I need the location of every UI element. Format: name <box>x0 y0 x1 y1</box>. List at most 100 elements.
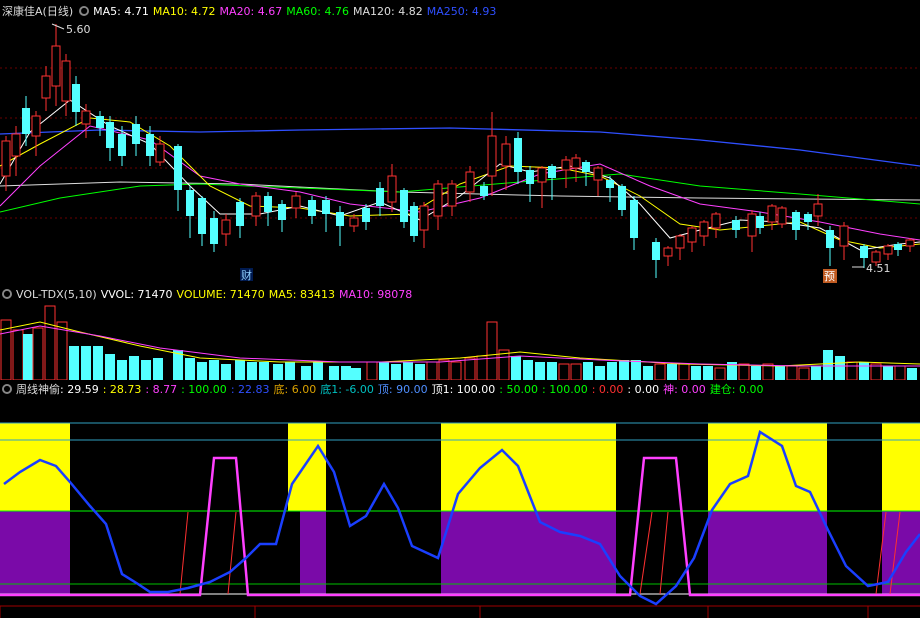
volume-bar <box>570 363 582 380</box>
high-price-label: 5.60 <box>66 23 91 36</box>
candle-body <box>72 84 80 112</box>
candle-body <box>537 167 547 183</box>
volume-bar <box>678 363 690 380</box>
settings-dot-icon[interactable]: ● <box>79 6 90 16</box>
volume-bar <box>464 357 476 380</box>
candle-body <box>1 140 11 177</box>
volume-bar <box>859 362 869 380</box>
indicator-legend-item: : 22.83 <box>230 383 270 396</box>
volume-bar <box>221 364 231 380</box>
top-zone <box>441 423 616 511</box>
signal-line <box>639 511 653 595</box>
volume-bar <box>69 346 79 380</box>
volume-bar <box>595 366 605 380</box>
candle-body <box>487 135 497 177</box>
volume-bar <box>301 366 311 380</box>
volume-bar <box>235 360 245 380</box>
volume-bar <box>511 356 521 380</box>
indicator-legend-item: : 0.00 <box>591 383 624 396</box>
candle-body <box>322 200 330 214</box>
candle-body <box>81 110 91 125</box>
candle-body <box>291 195 301 209</box>
candle-body <box>756 216 764 228</box>
volume-bar <box>762 363 774 380</box>
candle-body <box>905 239 915 247</box>
bottom-zone <box>300 511 326 595</box>
indicator-legend-item: 底1: -6.00 <box>320 383 374 396</box>
candlestick-chart[interactable]: 5.60 4.51 财 预 <box>0 16 920 284</box>
volume-bar <box>894 365 906 380</box>
candle-body <box>548 166 556 178</box>
candle-body <box>593 167 603 181</box>
candle-body <box>663 247 673 257</box>
volume-bar <box>486 321 498 380</box>
volume-bar <box>907 368 917 380</box>
volume-bar <box>535 362 545 380</box>
volume-bar <box>379 362 389 380</box>
indicator-legend-item: : 50.00 <box>499 383 538 396</box>
top-zone <box>0 423 70 511</box>
volume-bar <box>643 366 653 380</box>
candle-body <box>732 220 740 230</box>
candle-body <box>501 143 511 167</box>
signal-line <box>179 511 189 595</box>
indicator-title[interactable]: 周线神偷 <box>16 381 60 397</box>
candle-body <box>51 45 61 87</box>
volume-bar <box>558 363 570 380</box>
volume-title[interactable]: VOL-TDX(5,10) <box>16 288 97 301</box>
volume-bar <box>547 362 557 380</box>
indicator-legend-item: : 100.00 <box>542 383 588 396</box>
candle-body <box>400 190 408 222</box>
candle-body <box>447 183 457 207</box>
volume-bar <box>403 362 413 380</box>
volume-bar <box>81 346 91 380</box>
volume-bar <box>714 367 726 380</box>
volume-bar <box>391 364 401 380</box>
settings-dot-icon[interactable]: ● <box>2 289 12 299</box>
settings-dot-icon[interactable]: ● <box>2 384 12 394</box>
indicator-legend: : 29.59: 28.73: 8.77: 100.00: 22.83 底: 6.… <box>60 381 768 397</box>
volume-legend-item: MA10: 98078 <box>339 287 413 301</box>
volume-bar <box>197 362 207 380</box>
volume-bar <box>654 363 666 380</box>
candle-body <box>813 203 823 217</box>
candle-body <box>526 170 534 184</box>
volume-bar <box>12 329 24 380</box>
indicator-chart[interactable] <box>0 396 920 618</box>
candle-body <box>61 60 71 102</box>
candle-body <box>675 235 685 249</box>
volume-bar <box>738 363 750 380</box>
volume-bar <box>153 358 163 380</box>
candle-body <box>480 186 488 196</box>
finance-marker[interactable]: 财 <box>241 268 252 282</box>
candle-body <box>652 242 660 260</box>
top-zone <box>288 423 326 511</box>
indicator-legend-item: : 8.77 <box>145 383 178 396</box>
candle-body <box>186 190 194 216</box>
candle-body <box>514 138 522 172</box>
candle-body <box>31 115 41 137</box>
bottom-zone <box>0 511 70 595</box>
forecast-marker[interactable]: 预 <box>824 270 835 283</box>
low-price-label: 4.51 <box>866 262 891 275</box>
volume-chart[interactable] <box>0 300 920 380</box>
candle-body <box>561 159 571 171</box>
candle-body <box>747 213 757 237</box>
candle-body <box>804 214 812 222</box>
candle-body <box>174 146 182 190</box>
volume-bar <box>329 366 339 380</box>
volume-bar <box>846 361 858 380</box>
volume-bar <box>883 366 893 380</box>
indicator-legend-item: 顶: 90.00 <box>377 383 428 396</box>
candle-body <box>210 218 218 244</box>
volume-bar <box>691 366 701 380</box>
candle-body <box>410 206 418 236</box>
candle-body <box>198 198 206 234</box>
indicator-legend-item: 神: 0.00 <box>663 383 706 396</box>
volume-bar <box>273 364 283 380</box>
volume-bar <box>23 334 33 380</box>
candle-body <box>308 200 316 216</box>
indicator-legend-item: : 0.00 <box>627 383 660 396</box>
candle-body <box>22 108 30 134</box>
volume-bar <box>583 362 593 380</box>
